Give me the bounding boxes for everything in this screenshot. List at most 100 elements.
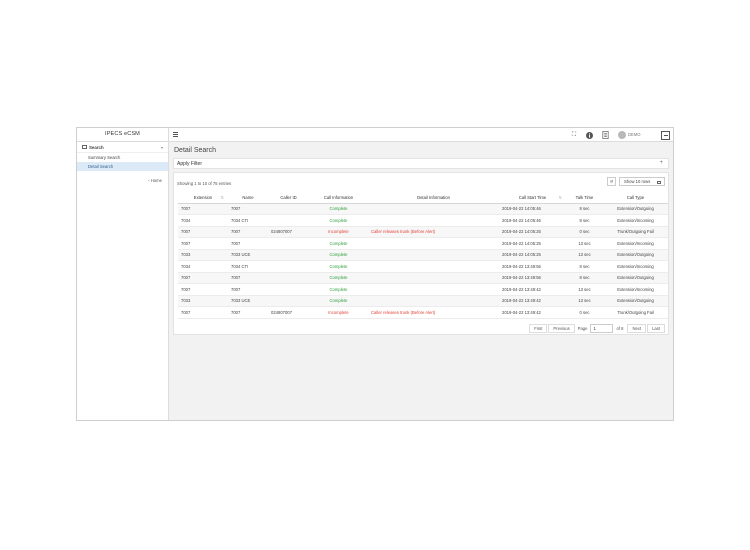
sidebar-item-summary-search[interactable]: Summary Search [77,153,168,162]
table-row[interactable]: 7007 7007 024807007 Incomplete Caller releas… [178,226,668,238]
avatar[interactable] [618,131,626,139]
column-header-caller-id[interactable]: Caller ID [268,192,309,204]
page-number-input[interactable]: 1 [590,324,614,333]
cell-name: 7033 UCE [228,249,268,261]
sidebar-group-search[interactable]: Search ▾ [77,142,168,153]
cell-call-type: Extension/Outgoing [603,249,668,261]
cell-talk-time: 8 sec [566,272,603,284]
hamburger-menu-icon[interactable] [173,132,178,137]
page-label: Page [577,326,588,331]
cell-detail-information [368,295,499,307]
cell-talk-time: 0 sec [566,226,603,238]
table-row[interactable]: 7034 7034 CTI Complete 2019-04-22 13:49:56 8… [178,260,668,273]
brand-title: IPECS eCSM [77,128,168,142]
sort-icon: ⇅ [220,195,224,200]
show-rows-label: Show 10 rows [624,179,651,184]
table-row[interactable]: 7033 7033 UCE Complete 2019-04-22 13:49:42 1… [178,295,668,307]
cell-name: 7007 [228,237,268,250]
logout-icon[interactable] [661,130,670,140]
table-row[interactable]: 7033 7033 UCE Complete 2019-04-22 14:05:25 1… [178,249,668,261]
column-header-talk-time[interactable]: Talk Time [566,192,603,204]
last-page-button[interactable]: Last [647,324,665,333]
column-header-call-information[interactable]: Call Information [309,192,368,204]
cell-extension: 7007 [178,283,228,296]
cell-detail-information: Caller releases trunk (Before Alert) [368,226,499,238]
main-content: Detail Search Apply Filter + Showing 1 t… [169,142,673,420]
cell-name: 7007 [228,283,268,296]
previous-page-button[interactable]: Previous [548,324,575,333]
cell-talk-time: 8 sec [566,214,603,227]
cell-talk-time: 13 sec [566,237,603,250]
cell-call-type: Extension/Outgoing [603,203,668,215]
cell-extension: 7034 [178,214,228,227]
cell-caller-id [268,214,309,227]
home-link[interactable]: ‹ Home [148,178,162,183]
table-row[interactable]: 7007 7007 Complete 2019-04-22 14:05:46 8 sec… [178,203,668,215]
column-header-detail-information[interactable]: Detail Information [368,192,499,204]
column-header-name[interactable]: Name [228,192,268,204]
cell-call-type: Extension/Incoming [603,237,668,250]
cell-extension: 7007 [178,226,228,238]
table-header-row: Extension ⇅ Name Caller ID Call Informati… [178,192,668,204]
sort-icon: ⇅ [558,195,562,200]
column-header-call-start-time[interactable]: Call Start Time ⇅ [499,192,566,204]
next-page-button[interactable]: Next [627,324,647,333]
column-header-call-type[interactable]: Call Type [603,192,668,204]
cell-name: 7007 [228,226,268,238]
table-row[interactable]: 7034 7034 CTI Complete 2019-04-22 14:05:46 8… [178,214,668,227]
table-row[interactable]: 7007 7007 Complete 2019-04-22 14:05:25 13 se… [178,237,668,250]
cell-call-start-time: 2019-04-22 14:05:46 [499,214,566,227]
cell-name: 7033 UCE [228,295,268,307]
cell-caller-id [268,249,309,261]
search-menu-icon [82,145,87,149]
page-count: of 8 [616,326,624,331]
cell-talk-time: 8 sec [566,203,603,215]
chevron-down-icon: ▾ [160,144,163,150]
cell-caller-id [268,203,309,215]
cell-caller-id [268,295,309,307]
cell-talk-time: 0 sec [566,306,603,319]
cell-caller-id [268,272,309,284]
info-icon[interactable] [585,131,593,139]
cell-talk-time: 13 sec [566,249,603,261]
cell-talk-time: 13 sec [566,283,603,296]
column-header-extension[interactable]: Extension ⇅ [178,192,228,204]
sidebar-item-detail-search[interactable]: Detail Search [77,162,168,171]
cell-name: 7007 [228,306,268,319]
cell-detail-information [368,272,499,284]
show-rows-button[interactable]: Show 10 rows [619,177,665,186]
cell-caller-id [268,283,309,296]
cell-call-start-time: 2019-04-22 13:49:56 [499,260,566,273]
entries-info: Showing 1 to 10 of 75 entries [177,181,232,186]
table-row[interactable]: 7007 7007 024807007 Incomplete Caller releas… [178,306,668,319]
cell-name: 7034 CTI [228,260,268,273]
cell-caller-id: 024807007 [268,306,309,319]
export-button[interactable]: 🗎 [607,177,616,186]
top-bar: ⛶ DEMO [169,128,673,142]
user-name[interactable]: DEMO [628,132,641,137]
first-page-button[interactable]: First [529,324,548,333]
cell-call-information: Complete [309,295,368,307]
cell-call-information: Incomplete [309,226,368,238]
cell-detail-information [368,249,499,261]
pagination: First Previous Page 1 of 8 Next Last [528,324,665,333]
cell-detail-information [368,283,499,296]
cell-call-start-time: 2019-04-22 13:49:42 [499,306,566,319]
cell-call-start-time: 2019-04-22 14:05:25 [499,249,566,261]
table-row[interactable]: 7007 7007 Complete 2019-04-22 13:49:42 13 se… [178,283,668,296]
cell-call-start-time: 2019-04-22 14:05:46 [499,203,566,215]
cell-call-type: Extension/Incoming [603,260,668,273]
cell-extension: 7007 [178,203,228,215]
cell-caller-id [268,237,309,250]
cell-call-start-time: 2019-04-22 13:49:56 [499,272,566,284]
document-icon[interactable] [601,131,609,139]
cell-detail-information [368,260,499,273]
plus-icon[interactable]: + [659,160,663,166]
fullscreen-icon[interactable]: ⛶ [570,131,578,139]
apply-filter-bar[interactable]: Apply Filter + [173,158,669,169]
cell-name: 7034 CTI [228,214,268,227]
cell-extension: 7034 [178,260,228,273]
cell-call-information: Complete [309,249,368,261]
table-row[interactable]: 7007 7007 Complete 2019-04-22 13:49:56 8 sec… [178,272,668,284]
cell-name: 7007 [228,203,268,215]
